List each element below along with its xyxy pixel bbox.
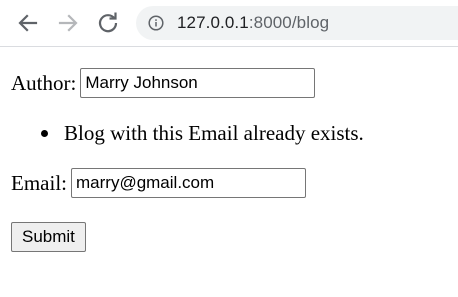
url-path: :8000/blog <box>248 13 330 32</box>
arrow-left-icon <box>18 14 38 32</box>
forward-button[interactable] <box>54 9 82 37</box>
reload-button[interactable] <box>94 9 122 37</box>
email-label: Email: <box>11 170 67 195</box>
browser-toolbar: 127.0.0.1:8000/blog <box>0 0 458 47</box>
back-button[interactable] <box>14 9 42 37</box>
url-host: 127.0.0.1 <box>177 13 249 32</box>
reload-icon <box>98 12 118 33</box>
address-bar[interactable]: 127.0.0.1:8000/blog <box>136 6 458 40</box>
email-input[interactable] <box>71 168 306 198</box>
error-list: Blog with this Email already exists. <box>41 121 364 146</box>
author-label: Author: <box>11 70 77 95</box>
url-text[interactable]: 127.0.0.1:8000/blog <box>177 13 329 33</box>
arrow-right-icon <box>58 14 78 32</box>
error-item: Blog with this Email already exists. <box>41 121 364 146</box>
email-row: Email: <box>11 168 306 198</box>
author-row: Author: <box>11 68 316 98</box>
info-icon[interactable] <box>148 15 164 31</box>
author-input[interactable] <box>80 68 316 98</box>
submit-button[interactable]: Submit <box>11 222 86 252</box>
